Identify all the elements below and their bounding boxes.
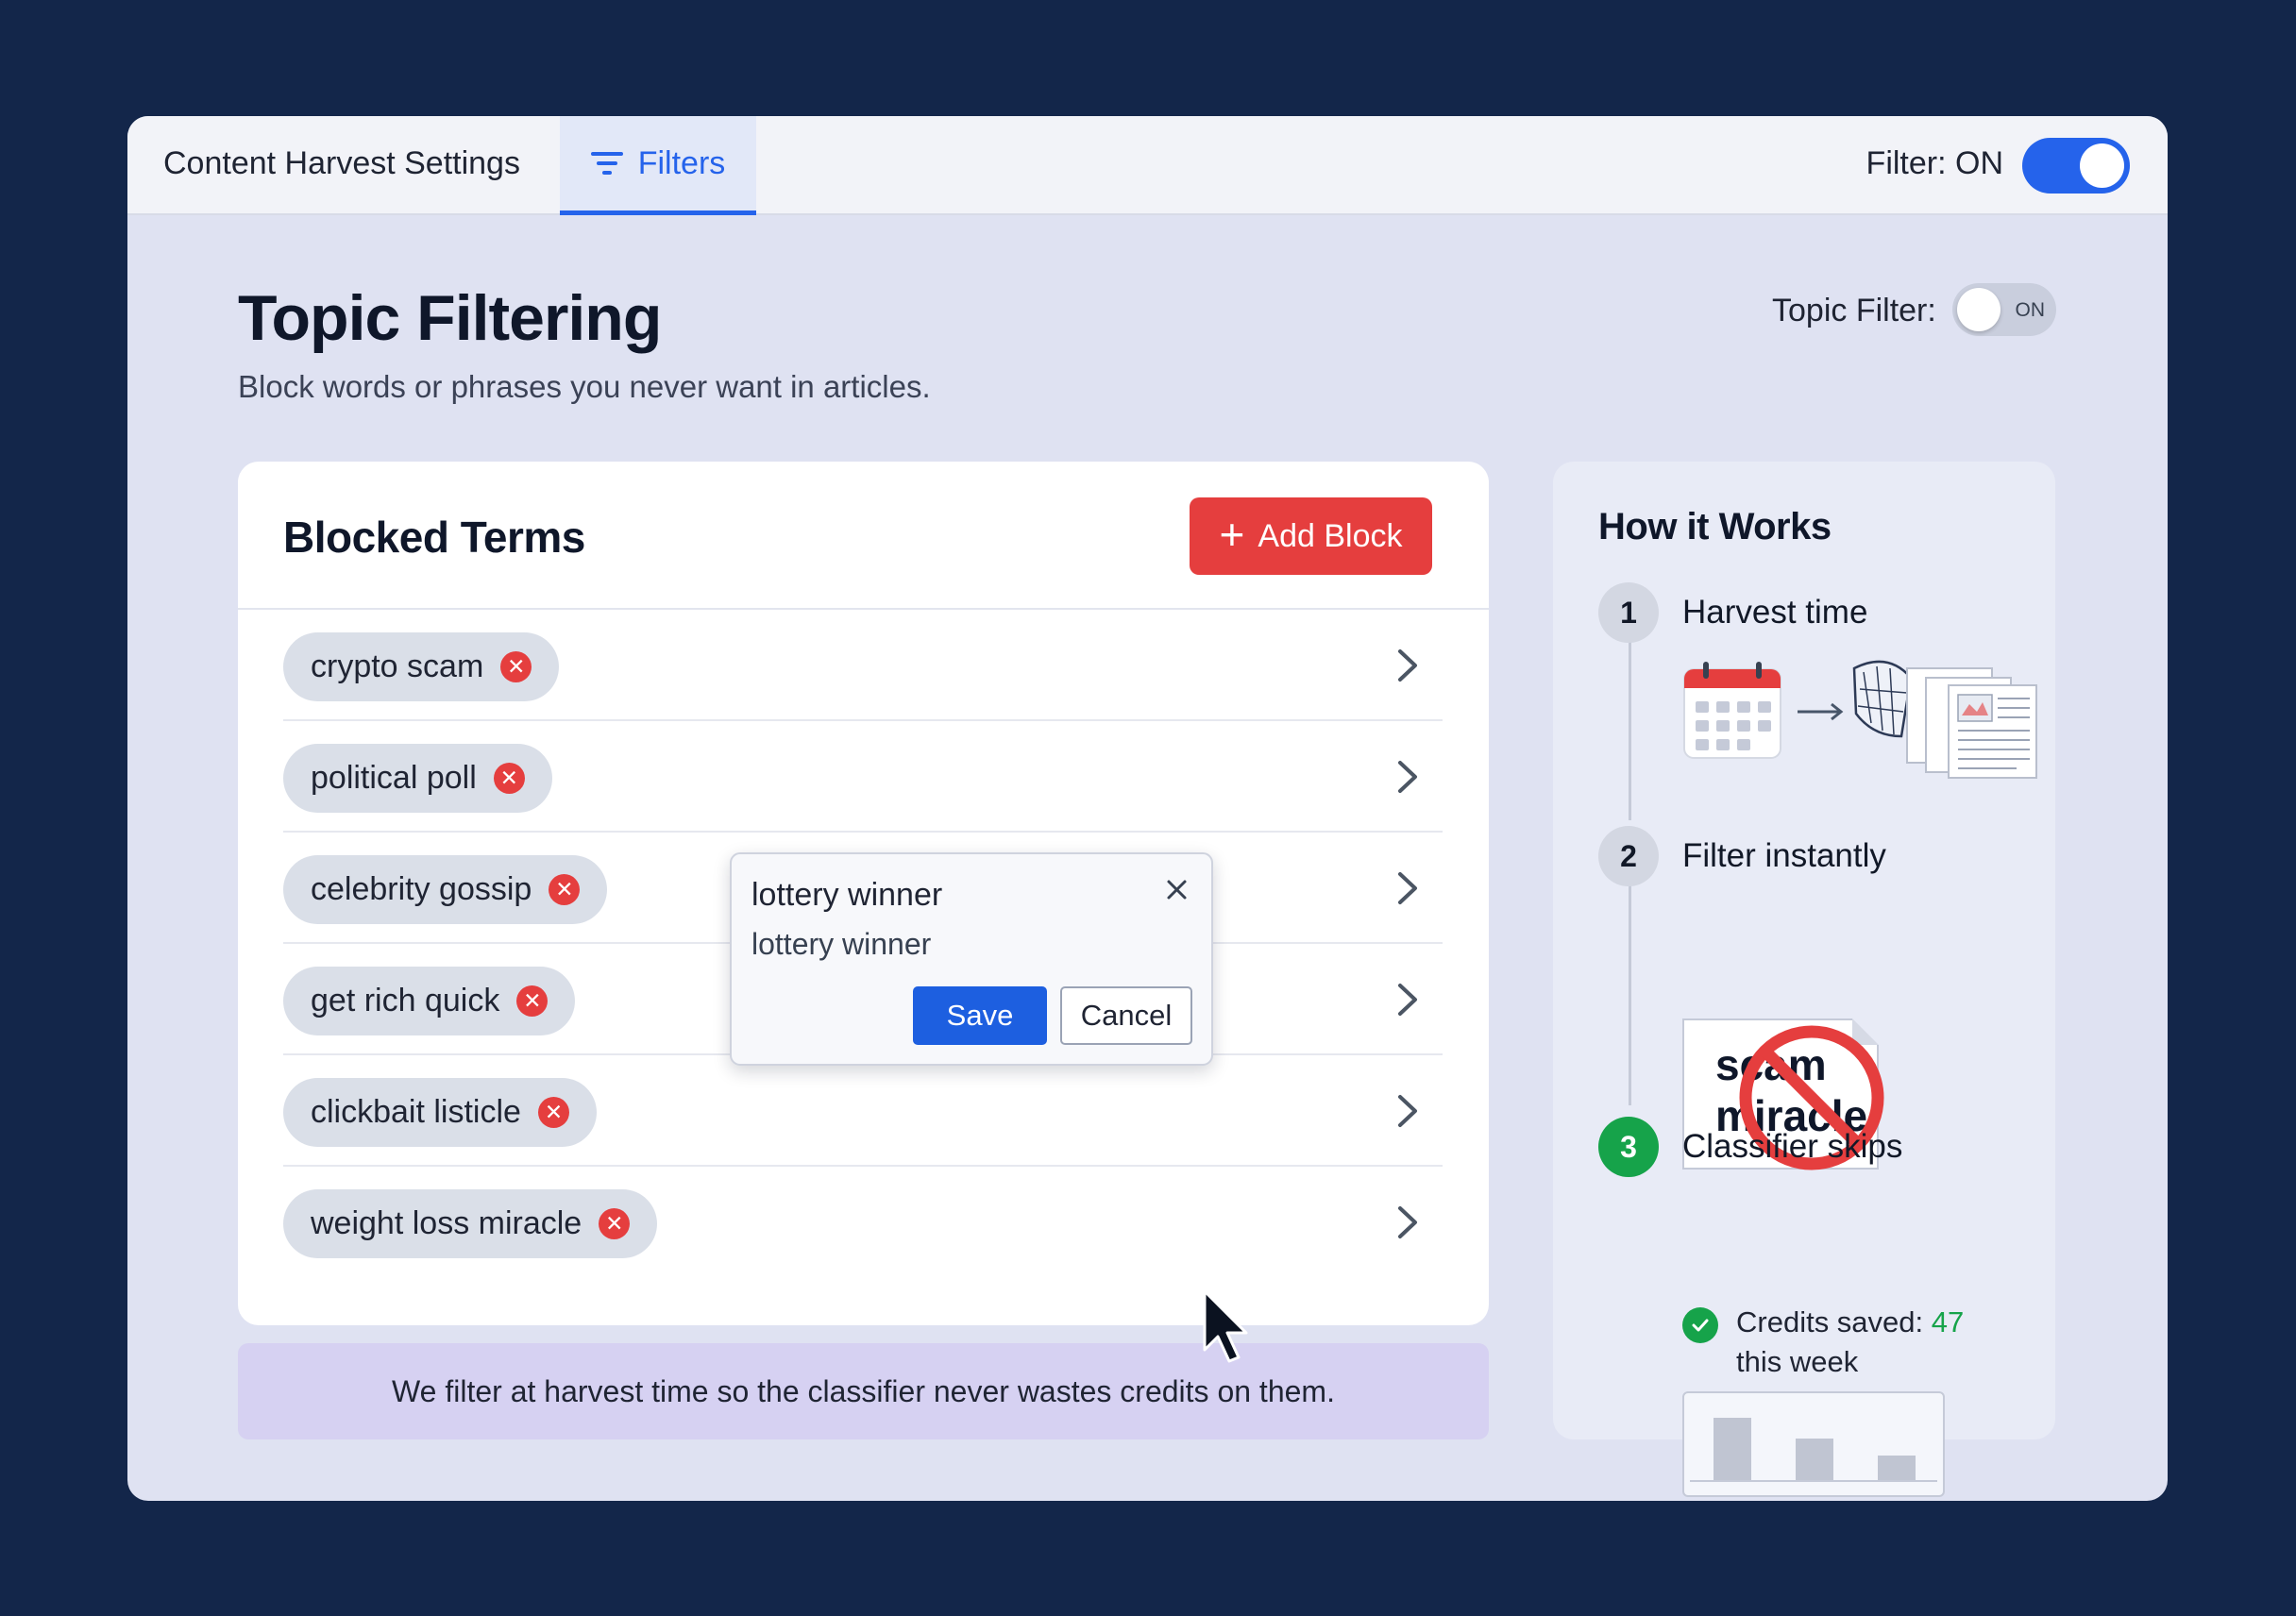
term-row[interactable]: clickbait listicle ✕ (283, 1055, 1443, 1167)
step-label: Harvest time (1682, 594, 1868, 631)
tab-filters-label: Filters (637, 144, 726, 181)
step-number: 2 (1598, 826, 1659, 886)
term-label: weight loss miracle (311, 1205, 582, 1241)
tab-filters[interactable]: Filters (560, 116, 756, 215)
chevron-right-icon[interactable] (1389, 644, 1427, 687)
how-it-works-title: How it Works (1598, 506, 1832, 547)
term-row[interactable]: political poll ✕ (283, 721, 1443, 833)
mini-chart-bar (1714, 1418, 1752, 1480)
credits-suffix: this week (1736, 1345, 1859, 1378)
plus-icon: + (1219, 510, 1245, 559)
term-chip: clickbait listicle ✕ (283, 1078, 597, 1147)
term-chip: weight loss miracle ✕ (283, 1189, 658, 1258)
term-chip: political poll ✕ (283, 744, 552, 813)
credits-value: 47 (1931, 1305, 1965, 1338)
step-connector (1629, 637, 1631, 820)
term-chip: celebrity gossip ✕ (283, 855, 608, 924)
credits-mini-chart (1682, 1391, 1945, 1497)
popup-title: lottery winner (751, 877, 943, 913)
step-connector (1629, 881, 1631, 1105)
step-label: Filter instantly (1682, 837, 1886, 874)
page-subtitle: Block words or phrases you never want in… (238, 369, 931, 404)
remove-term-icon[interactable]: ✕ (599, 1208, 631, 1239)
remove-term-icon[interactable]: ✕ (537, 1097, 569, 1128)
filter-toggle[interactable] (2022, 138, 2130, 194)
mini-chart-bar (1796, 1439, 1833, 1480)
term-label: political poll (311, 760, 477, 796)
page-title: Topic Filtering (238, 282, 662, 354)
term-label: clickbait listicle (311, 1094, 521, 1130)
step-number: 3 (1598, 1117, 1659, 1177)
term-row[interactable]: weight loss miracle ✕ (283, 1167, 1443, 1278)
remove-term-icon[interactable]: ✕ (549, 874, 581, 905)
credits-label: Credits saved: (1736, 1305, 1924, 1338)
how-it-works-panel: How it Works 1 Harvest time 2 Filter ins… (1553, 462, 2055, 1497)
harvested-documents-icon (1852, 660, 2037, 779)
term-chip: get rich quick ✕ (283, 967, 576, 1035)
cancel-button[interactable]: Cancel (1060, 986, 1192, 1045)
term-chip: crypto scam ✕ (283, 632, 560, 701)
topic-toggle-knob (1957, 288, 2001, 331)
add-block-label: Add Block (1258, 517, 1403, 554)
term-label: crypto scam (311, 648, 484, 684)
term-label: celebrity gossip (311, 871, 532, 907)
mini-chart-bar (1877, 1456, 1916, 1480)
chevron-right-icon[interactable] (1389, 1089, 1427, 1133)
app-title: Content Harvest Settings (163, 145, 520, 181)
mouse-cursor-icon (1203, 1289, 1248, 1363)
check-circle-icon (1682, 1307, 1718, 1343)
top-bar: Content Harvest Settings Filters Filter:… (127, 116, 2168, 215)
term-label: get rich quick (311, 983, 500, 1018)
chevron-right-icon[interactable] (1389, 1201, 1427, 1244)
close-icon[interactable] (1158, 871, 1195, 908)
edit-term-popup: lottery winner lottery winner Save Cance… (730, 852, 1213, 1066)
filter-status-label: Filter: ON (1866, 145, 2003, 181)
step-label: Classifier skips (1682, 1128, 1903, 1165)
topic-filter-label: Topic Filter: (1772, 293, 1936, 328)
chevron-right-icon[interactable] (1389, 978, 1427, 1021)
remove-term-icon[interactable]: ✕ (493, 763, 525, 794)
blocked-terms-title: Blocked Terms (283, 513, 585, 562)
arrow-right-icon (1798, 702, 1844, 721)
calendar-icon (1683, 662, 1781, 759)
filter-toggle-knob (2080, 143, 2124, 188)
step-number: 1 (1598, 582, 1659, 643)
topic-filter-toggle[interactable]: ON (1952, 283, 2056, 336)
topic-toggle-text: ON (2015, 299, 2046, 321)
filter-icon (590, 152, 623, 175)
credits-saved: Credits saved: 47 this week (1682, 1303, 2032, 1382)
remove-term-icon[interactable]: ✕ (516, 985, 549, 1017)
save-button[interactable]: Save (913, 986, 1047, 1045)
mini-chart-baseline (1690, 1480, 1937, 1482)
remove-term-icon[interactable]: ✕ (500, 651, 532, 682)
popup-term-value[interactable]: lottery winner (751, 927, 931, 962)
chevron-right-icon[interactable] (1389, 755, 1427, 799)
add-block-button[interactable]: + Add Block (1190, 497, 1432, 575)
info-banner: We filter at harvest time so the classif… (238, 1343, 1489, 1439)
term-row[interactable]: crypto scam ✕ (283, 610, 1443, 721)
settings-window: Content Harvest Settings Filters Filter:… (127, 116, 2168, 1501)
chevron-right-icon[interactable] (1389, 867, 1427, 910)
